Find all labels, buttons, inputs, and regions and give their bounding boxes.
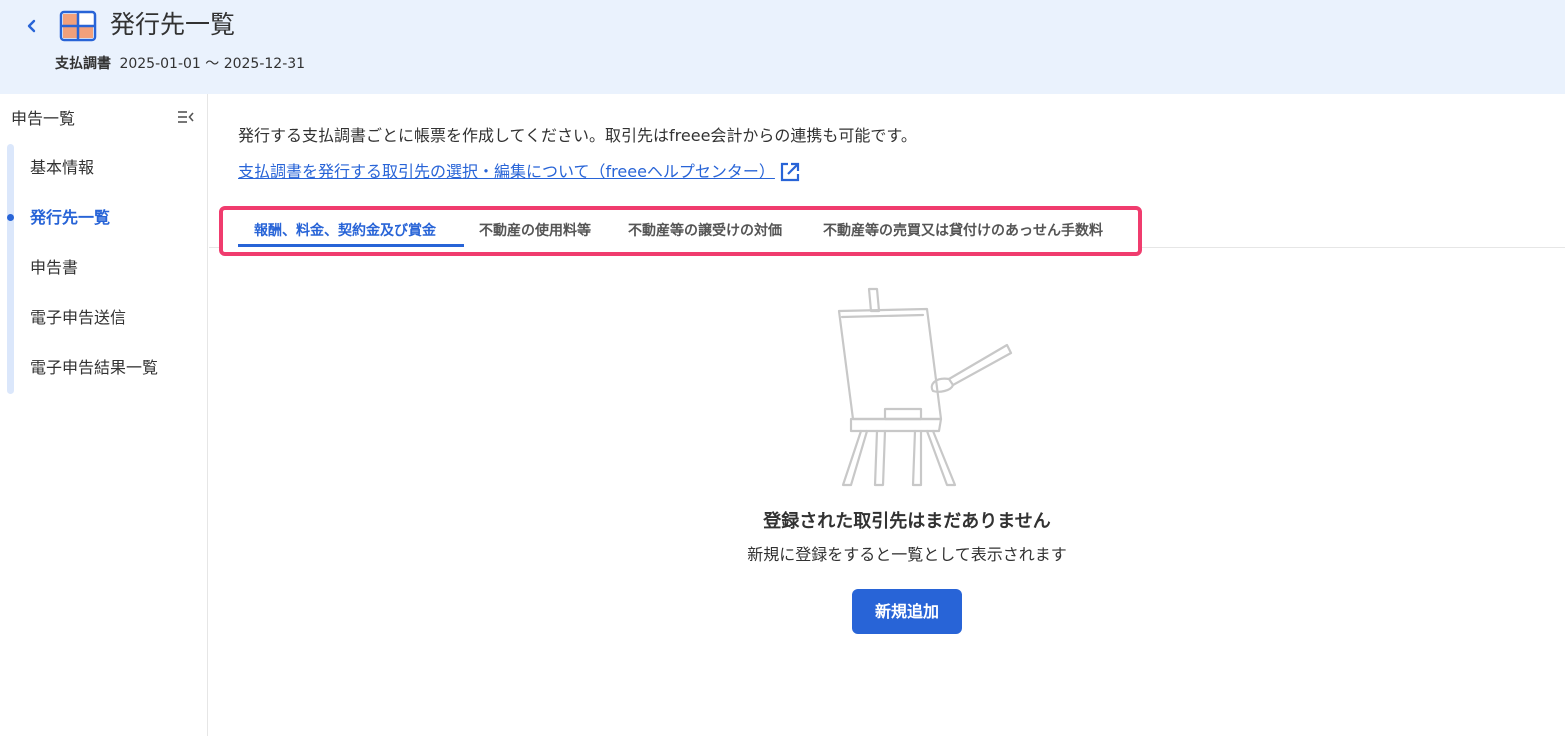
easel-icon: [837, 287, 1013, 487]
sidebar-item-declaration[interactable]: 申告書: [30, 253, 78, 283]
document-type: 支払調書: [55, 56, 111, 72]
collapse-menu-icon: [178, 111, 194, 123]
add-new-button[interactable]: 新規追加: [852, 589, 962, 634]
page-subtitle: 支払調書 2025-01-01 〜 2025-12-31: [55, 55, 305, 73]
description-text: 発行する支払調書ごとに帳票を作成してください。取引先はfreee会計からの連携も…: [238, 126, 917, 145]
sidebar: 申告一覧 基本情報 発行先一覧 申告書 電子申告送信 電子申告結果一覧: [0, 94, 208, 736]
help-center-link[interactable]: 支払調書を発行する取引先の選択・編集について（freeeヘルプセンター）: [238, 161, 801, 183]
external-link-icon: [780, 162, 800, 182]
sidebar-item-e-filing-results[interactable]: 電子申告結果一覧: [30, 353, 158, 383]
active-tab-underline: [238, 244, 464, 247]
tab-real-estate-transfer[interactable]: 不動産等の譲受けの対価: [628, 221, 782, 243]
help-link-label: 支払調書を発行する取引先の選択・編集について（freeeヘルプセンター）: [238, 162, 775, 181]
tab-remuneration[interactable]: 報酬、料金、契約金及び賞金: [254, 221, 436, 243]
sidebar-item-basic-info[interactable]: 基本情報: [30, 153, 94, 183]
sidebar-progress-track: [7, 144, 14, 394]
tab-real-estate-rent[interactable]: 不動産の使用料等: [479, 221, 591, 243]
chevron-left-icon: [27, 19, 36, 33]
fiscal-period: 2025-01-01 〜 2025-12-31: [119, 56, 306, 72]
back-button[interactable]: [20, 14, 44, 38]
sidebar-item-recipients[interactable]: 発行先一覧: [30, 203, 110, 233]
tab-real-estate-brokerage[interactable]: 不動産等の売買又は貸付けのあっせん手数料: [823, 221, 1103, 243]
active-indicator: [7, 214, 14, 221]
page-header: 発行先一覧 支払調書 2025-01-01 〜 2025-12-31: [0, 0, 1565, 94]
main-content: 発行する支払調書ごとに帳票を作成してください。取引先はfreee会計からの連携も…: [209, 94, 1565, 736]
empty-state-subtitle: 新規に登録をすると一覧として表示されます: [747, 545, 1067, 564]
spreadsheet-icon: [59, 10, 97, 42]
empty-state-title: 登録された取引先はまだありません: [763, 511, 1051, 532]
collapse-sidebar-button[interactable]: [175, 107, 195, 127]
page-title: 発行先一覧: [110, 10, 236, 39]
sidebar-item-e-filing[interactable]: 電子申告送信: [30, 303, 126, 333]
sidebar-heading: 申告一覧: [11, 109, 76, 128]
